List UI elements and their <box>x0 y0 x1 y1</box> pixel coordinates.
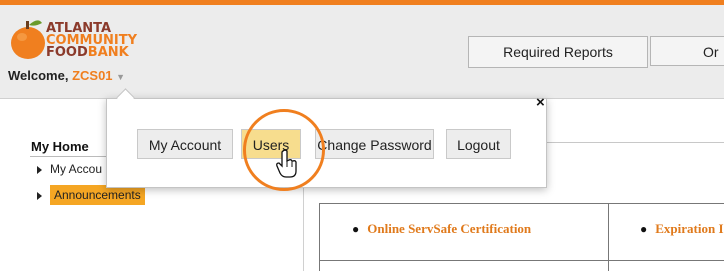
sidebar-item-announcements[interactable]: Announcements <box>37 185 145 205</box>
expand-triangle-icon[interactable] <box>37 191 42 200</box>
tab-orders[interactable]: Or <box>650 36 724 66</box>
link-servsafe-certification[interactable]: Online ServSafe Certification <box>367 221 531 236</box>
table-cell: ● Online ServSafe Certification <box>352 220 531 238</box>
sidebar-item-label: Announcements <box>50 185 145 205</box>
expand-triangle-icon[interactable] <box>37 165 42 174</box>
my-account-button[interactable]: My Account <box>137 129 233 159</box>
hand-cursor-icon <box>276 149 298 179</box>
logo-text: ATLANTA COMMUNITY FOODBANK <box>46 22 156 60</box>
content-divider <box>540 142 724 143</box>
sidebar-item-my-account[interactable]: My Accou <box>37 162 102 176</box>
bullet-icon: ● <box>640 222 648 236</box>
table-cell: ● Expiration I <box>640 220 724 238</box>
welcome-menu[interactable]: Welcome, ZCS01 ▼ <box>8 68 125 83</box>
table-row-divider <box>319 260 724 261</box>
bullet-icon: ● <box>352 222 360 236</box>
orange-fruit-icon <box>11 20 45 59</box>
change-password-button[interactable]: Change Password <box>315 129 434 159</box>
link-expiration[interactable]: Expiration I <box>655 221 723 236</box>
close-icon[interactable]: × <box>536 94 545 111</box>
sidebar-item-label: My Accou <box>50 162 103 176</box>
welcome-label: Welcome, <box>8 68 69 83</box>
sidebar-title: My Home <box>31 139 89 154</box>
chevron-down-icon[interactable]: ▼ <box>116 72 125 82</box>
tab-required-reports[interactable]: Required Reports <box>468 36 648 68</box>
username[interactable]: ZCS01 <box>72 68 112 83</box>
logo-line-foodbank: FOODBANK <box>46 45 129 60</box>
logout-button[interactable]: Logout <box>446 129 511 159</box>
